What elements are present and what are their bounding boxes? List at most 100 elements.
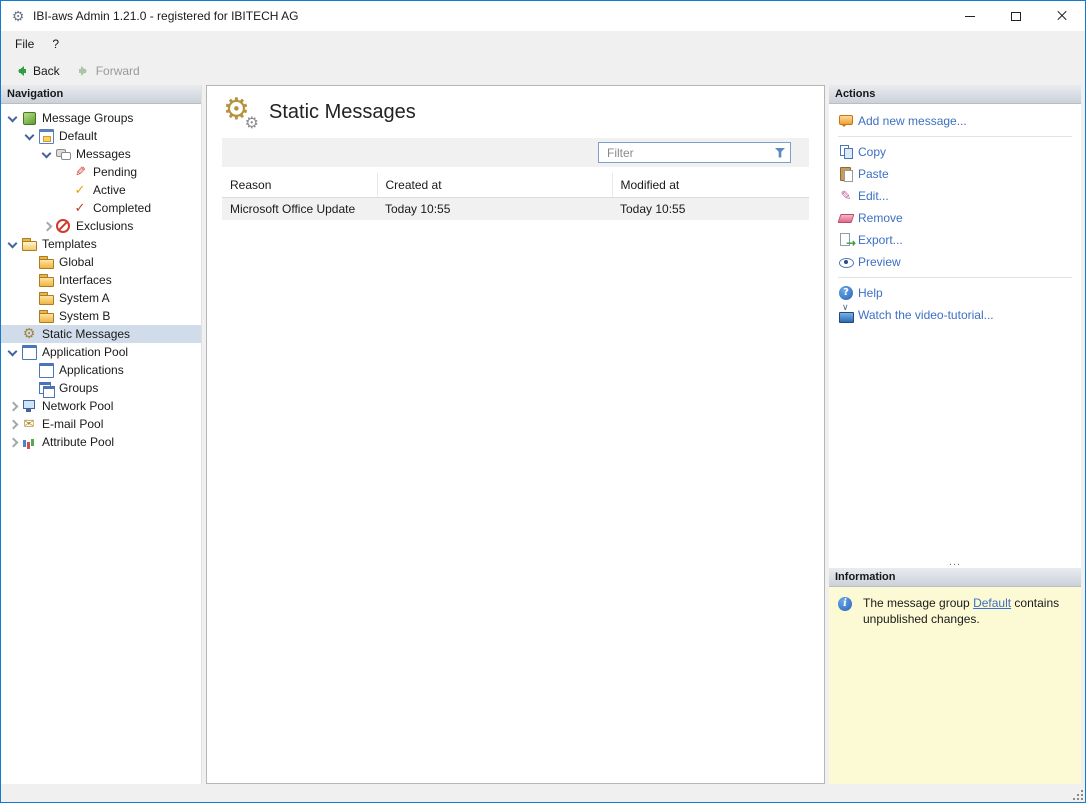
tree-item-message-groups[interactable]: Message Groups bbox=[1, 109, 201, 127]
resize-grip[interactable] bbox=[1071, 788, 1083, 800]
message-groups-icon bbox=[21, 110, 37, 126]
tree-item-e-mail-pool[interactable]: E-mail Pool bbox=[1, 415, 201, 433]
close-icon bbox=[1056, 10, 1068, 22]
filter-box bbox=[598, 142, 791, 163]
tree-item-application-pool[interactable]: Application Pool bbox=[1, 343, 201, 361]
information-body: The message group Default contains unpub… bbox=[829, 587, 1081, 784]
filter-input[interactable] bbox=[605, 145, 773, 161]
chevron-down-icon[interactable] bbox=[4, 344, 21, 361]
chevron-down-icon[interactable] bbox=[21, 128, 38, 145]
actions-separator bbox=[838, 136, 1072, 137]
forward-button[interactable]: Forward bbox=[69, 60, 147, 82]
app-window: ⚙ IBI-aws Admin 1.21.0 - registered for … bbox=[0, 0, 1086, 803]
tree-indent-spacer bbox=[21, 272, 38, 289]
tree-item-templates[interactable]: Templates bbox=[1, 235, 201, 253]
statusbar bbox=[1, 788, 1085, 802]
menu-help[interactable]: ? bbox=[43, 33, 68, 55]
folder-icon bbox=[38, 254, 54, 270]
chevron-down-icon[interactable] bbox=[38, 146, 55, 163]
add-message-icon bbox=[838, 113, 854, 129]
panel-splitter[interactable]: ... bbox=[829, 555, 1081, 568]
tree-item-completed[interactable]: Completed bbox=[1, 199, 201, 217]
chevron-right-icon[interactable] bbox=[4, 434, 21, 451]
email-pool-icon bbox=[21, 416, 37, 432]
tree-item-label: Applications bbox=[58, 363, 128, 377]
column-header-reason[interactable]: Reason bbox=[222, 173, 377, 198]
edit-icon bbox=[838, 188, 854, 204]
tree-item-label: Pending bbox=[92, 165, 141, 179]
app-pool-icon bbox=[21, 344, 37, 360]
attribute-pool-icon bbox=[21, 434, 37, 450]
action-label: Copy bbox=[858, 145, 886, 159]
msg-active-icon bbox=[72, 182, 88, 198]
forward-arrow-icon bbox=[76, 63, 92, 79]
tree-item-system-b[interactable]: System B bbox=[1, 307, 201, 325]
tree-item-network-pool[interactable]: Network Pool bbox=[1, 397, 201, 415]
tree-item-label: System A bbox=[58, 291, 114, 305]
chevron-right-icon[interactable] bbox=[38, 218, 55, 235]
default-group-link[interactable]: Default bbox=[973, 596, 1011, 610]
tree-item-global[interactable]: Global bbox=[1, 253, 201, 271]
tree-item-label: Attribute Pool bbox=[41, 435, 118, 449]
preview-icon bbox=[838, 254, 854, 270]
action-label: Watch the video-tutorial... bbox=[858, 308, 994, 322]
tree-item-default[interactable]: Default bbox=[1, 127, 201, 145]
action-label: Export... bbox=[858, 233, 903, 247]
table-row[interactable]: Microsoft Office UpdateToday 10:55Today … bbox=[222, 198, 809, 221]
chevron-right-icon[interactable] bbox=[4, 416, 21, 433]
table-cell: Today 10:55 bbox=[377, 198, 612, 221]
column-header-created-at[interactable]: Created at bbox=[377, 173, 612, 198]
tree-item-interfaces[interactable]: Interfaces bbox=[1, 271, 201, 289]
tree-item-label: Exclusions bbox=[75, 219, 137, 233]
applications-icon bbox=[38, 362, 54, 378]
action-label: Paste bbox=[858, 167, 889, 181]
tree-item-attribute-pool[interactable]: Attribute Pool bbox=[1, 433, 201, 451]
action-remove[interactable]: Remove bbox=[829, 207, 1081, 229]
tree-item-static-messages[interactable]: Static Messages bbox=[1, 325, 201, 343]
action-export[interactable]: Export... bbox=[829, 229, 1081, 251]
column-header-modified-at[interactable]: Modified at bbox=[612, 173, 809, 198]
tree-item-label: Global bbox=[58, 255, 98, 269]
action-edit[interactable]: Edit... bbox=[829, 185, 1081, 207]
menu-file[interactable]: File bbox=[6, 33, 43, 55]
tree-item-groups[interactable]: Groups bbox=[1, 379, 201, 397]
chevron-right-icon[interactable] bbox=[4, 398, 21, 415]
tree-indent-spacer bbox=[4, 326, 21, 343]
tree-item-active[interactable]: Active bbox=[1, 181, 201, 199]
toolbar: Back Forward bbox=[1, 57, 1085, 85]
exclusions-icon bbox=[55, 218, 71, 234]
minimize-icon bbox=[965, 16, 975, 17]
chevron-down-icon[interactable] bbox=[4, 236, 21, 253]
tree-item-label: Static Messages bbox=[41, 327, 134, 341]
information-text: The message group Default contains unpub… bbox=[863, 596, 1073, 627]
maximize-button[interactable] bbox=[993, 1, 1039, 31]
filter-funnel-icon[interactable] bbox=[773, 146, 787, 160]
video-icon bbox=[838, 307, 854, 323]
tree-item-label: Templates bbox=[41, 237, 101, 251]
msg-pending-icon bbox=[72, 164, 88, 180]
chevron-down-icon[interactable] bbox=[4, 110, 21, 127]
main-panel: Static Messages Reason Created at Modifi… bbox=[206, 85, 825, 784]
action-copy[interactable]: Copy bbox=[829, 141, 1081, 163]
close-button[interactable] bbox=[1039, 1, 1085, 31]
tree-item-system-a[interactable]: System A bbox=[1, 289, 201, 307]
action-preview[interactable]: Preview bbox=[829, 251, 1081, 273]
tree-item-pending[interactable]: Pending bbox=[1, 163, 201, 181]
navigation-panel: Navigation Message GroupsDefaultMessages… bbox=[1, 85, 202, 784]
action-watch-the-video-tutorial[interactable]: Watch the video-tutorial... bbox=[829, 304, 1081, 326]
action-help[interactable]: Help bbox=[829, 282, 1081, 304]
action-add-new-message[interactable]: Add new message... bbox=[829, 110, 1081, 132]
tree-item-label: Active bbox=[92, 183, 130, 197]
back-button[interactable]: Back bbox=[6, 60, 67, 82]
tree-item-label: Default bbox=[58, 129, 101, 143]
titlebar: ⚙ IBI-aws Admin 1.21.0 - registered for … bbox=[1, 1, 1085, 31]
help-icon bbox=[838, 285, 854, 301]
tree-item-messages[interactable]: Messages bbox=[1, 145, 201, 163]
minimize-button[interactable] bbox=[947, 1, 993, 31]
tree-item-applications[interactable]: Applications bbox=[1, 361, 201, 379]
action-label: Edit... bbox=[858, 189, 889, 203]
action-paste[interactable]: Paste bbox=[829, 163, 1081, 185]
window-controls bbox=[947, 1, 1085, 31]
tree-item-exclusions[interactable]: Exclusions bbox=[1, 217, 201, 235]
right-column: Actions Add new message...CopyPasteEdit.… bbox=[829, 85, 1081, 784]
